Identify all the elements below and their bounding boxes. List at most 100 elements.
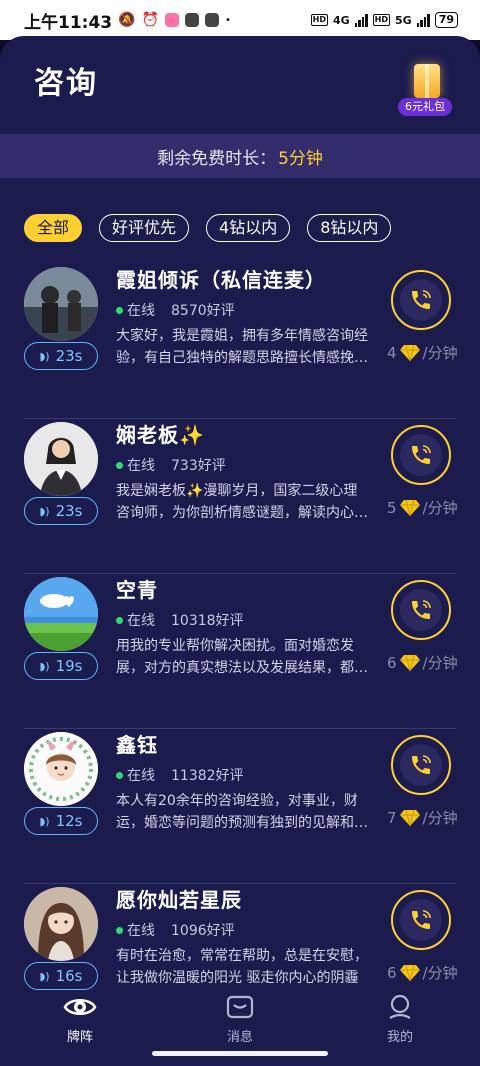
hd-badge: HD: [372, 14, 390, 26]
notification-app-icon: [185, 13, 199, 27]
price-per-minute: 6 /分钟: [387, 962, 458, 983]
online-dot-icon: [116, 306, 123, 314]
consultant-description: 有时在治愈，常常在帮助，总是在安慰，让我做你温暖的阳光 驱走你内心的阴霾: [116, 948, 368, 986]
review-count: 10318好评: [171, 613, 244, 629]
voice-intro-button[interactable]: ◗) 12s: [24, 807, 98, 835]
filter-chips: 全部 好评优先 4钻以内 8钻以内: [24, 214, 392, 242]
avatar[interactable]: [24, 422, 98, 496]
review-count: 8570好评: [171, 303, 235, 319]
network-4g-label: 4G: [332, 13, 350, 27]
voice-duration: 23s: [55, 347, 83, 365]
avatar[interactable]: [24, 577, 98, 651]
signal-icon: [416, 13, 430, 27]
filter-chip-all[interactable]: 全部: [24, 214, 83, 242]
page-title: 咨询: [34, 66, 98, 101]
online-dot-icon: [116, 771, 123, 779]
consultant-name: 娴老板✨: [116, 423, 205, 447]
price-per-minute: 5 /分钟: [387, 497, 458, 518]
message-icon: [210, 992, 270, 1022]
gift-box-icon: [414, 64, 440, 98]
sound-wave-icon: ◗): [39, 659, 50, 673]
signal-icon: [354, 13, 368, 27]
tab-messages[interactable]: 消息: [210, 992, 270, 1045]
online-status: 在线: [127, 458, 155, 474]
review-count: 733好评: [171, 458, 226, 474]
diamond-icon: [399, 964, 420, 981]
consultant-list: ◗) 23s 霞姐倾诉（私信连麦） 在线 8570好评 大家好，我是霞姐，拥有多…: [0, 264, 480, 1039]
consultant-meta: 在线 733好评: [116, 455, 226, 475]
online-dot-icon: [116, 461, 123, 469]
consultant-card[interactable]: ◗) 23s 娴老板✨ 在线 733好评 我是娴老板✨漫聊岁月，国家二级心理咨询…: [0, 419, 480, 574]
call-button[interactable]: [391, 890, 451, 950]
online-dot-icon: [116, 926, 123, 934]
status-time: 上午11:43: [24, 12, 113, 33]
status-bar: 上午11:43 🔕 ⏰ • HD 4G HD 5G 79: [0, 0, 480, 40]
price-per-minute: 6 /分钟: [387, 652, 458, 673]
price-value: 7: [387, 808, 397, 827]
phone-icon: [412, 290, 431, 309]
avatar[interactable]: [24, 732, 98, 806]
price-value: 4: [387, 343, 397, 362]
alarm-icon: ⏰: [141, 12, 159, 28]
filter-chip-under-4[interactable]: 4钻以内: [206, 214, 291, 242]
call-button[interactable]: [391, 580, 451, 640]
avatar[interactable]: [24, 887, 98, 961]
avatar[interactable]: [24, 267, 98, 341]
tab-label: 牌阵: [66, 1030, 93, 1045]
call-button[interactable]: [391, 270, 451, 330]
consultant-name: 霞姐倾诉（私信连麦）: [116, 268, 326, 292]
profile-icon: [370, 992, 430, 1022]
mute-icon: 🔕: [118, 12, 136, 28]
consultant-meta: 在线 10318好评: [116, 610, 244, 630]
consultant-description: 大家好，我是霞姐，拥有多年情感咨询经验，有自己独特的解题思路擅长情感挽回、婚姻危…: [116, 328, 368, 366]
diamond-icon: [399, 499, 420, 516]
tab-spread[interactable]: 牌阵: [50, 992, 110, 1045]
phone-icon: [412, 600, 431, 619]
free-time-value: 5分钟: [278, 148, 323, 169]
consultant-description: 用我的专业帮你解决困扰。面对婚恋发展，对方的真实想法以及发展结果，都可以为你解答: [116, 638, 368, 676]
diamond-icon: [399, 344, 420, 361]
call-button[interactable]: [391, 735, 451, 795]
sound-wave-icon: ◗): [39, 504, 50, 518]
filter-chip-under-8[interactable]: 8钻以内: [307, 214, 392, 242]
consultant-card[interactable]: ◗) 12s 鑫钰 在线 11382好评 本人有20余年的咨询经验，对事业，财运…: [0, 729, 480, 884]
app-container: 咨询 6元礼包 剩余免费时长： 5分钟 全部 好评优先 4钻以内 8钻以内 ◗)…: [0, 36, 480, 1066]
gift-pack-button[interactable]: 6元礼包: [398, 64, 454, 118]
consultant-description: 我是娴老板✨漫聊岁月，国家二级心理咨询师，为你剖析情感谜题，解读内心困惑: [116, 483, 368, 521]
consultant-card[interactable]: ◗) 19s 空青 在线 10318好评 用我的专业帮你解决困扰。面对婚恋发展，…: [0, 574, 480, 729]
price-unit: /分钟: [422, 964, 458, 982]
tab-label: 消息: [226, 1030, 253, 1045]
online-dot-icon: [116, 616, 123, 624]
consultant-name: 空青: [116, 578, 158, 602]
voice-intro-button[interactable]: ◗) 23s: [24, 497, 98, 525]
home-indicator[interactable]: [152, 1051, 328, 1056]
tab-profile[interactable]: 我的: [370, 992, 430, 1045]
notification-app-icon: [205, 13, 219, 27]
consultant-meta: 在线 1096好评: [116, 920, 235, 940]
notification-app-icon: [165, 13, 179, 27]
consultant-meta: 在线 11382好评: [116, 765, 244, 785]
sound-wave-icon: ◗): [39, 969, 50, 983]
hd-badge: HD: [310, 14, 328, 26]
review-count: 1096好评: [171, 923, 235, 939]
gift-pack-label: 6元礼包: [398, 98, 452, 116]
free-time-label: 剩余免费时长：: [157, 148, 277, 169]
consultant-name: 愿你灿若星辰: [116, 888, 242, 912]
voice-intro-button[interactable]: ◗) 16s: [24, 962, 98, 990]
diamond-icon: [399, 809, 420, 826]
consultant-description: 本人有20余年的咨询经验，对事业，财运，婚恋等问题的预测有独到的见解和分析: [116, 793, 368, 831]
price-value: 6: [387, 963, 397, 982]
voice-intro-button[interactable]: ◗) 23s: [24, 342, 98, 370]
online-status: 在线: [127, 613, 155, 629]
more-notifications-icon: •: [225, 14, 231, 26]
consultant-card[interactable]: ◗) 23s 霞姐倾诉（私信连麦） 在线 8570好评 大家好，我是霞姐，拥有多…: [0, 264, 480, 419]
phone-icon: [412, 445, 431, 464]
voice-intro-button[interactable]: ◗) 19s: [24, 652, 98, 680]
diamond-icon: [399, 654, 420, 671]
call-button[interactable]: [391, 425, 451, 485]
voice-duration: 16s: [55, 967, 83, 985]
phone-icon: [412, 755, 431, 774]
price-value: 5: [387, 498, 397, 517]
free-time-banner: 剩余免费时长： 5分钟: [0, 134, 480, 178]
filter-chip-top-rated[interactable]: 好评优先: [99, 214, 190, 242]
